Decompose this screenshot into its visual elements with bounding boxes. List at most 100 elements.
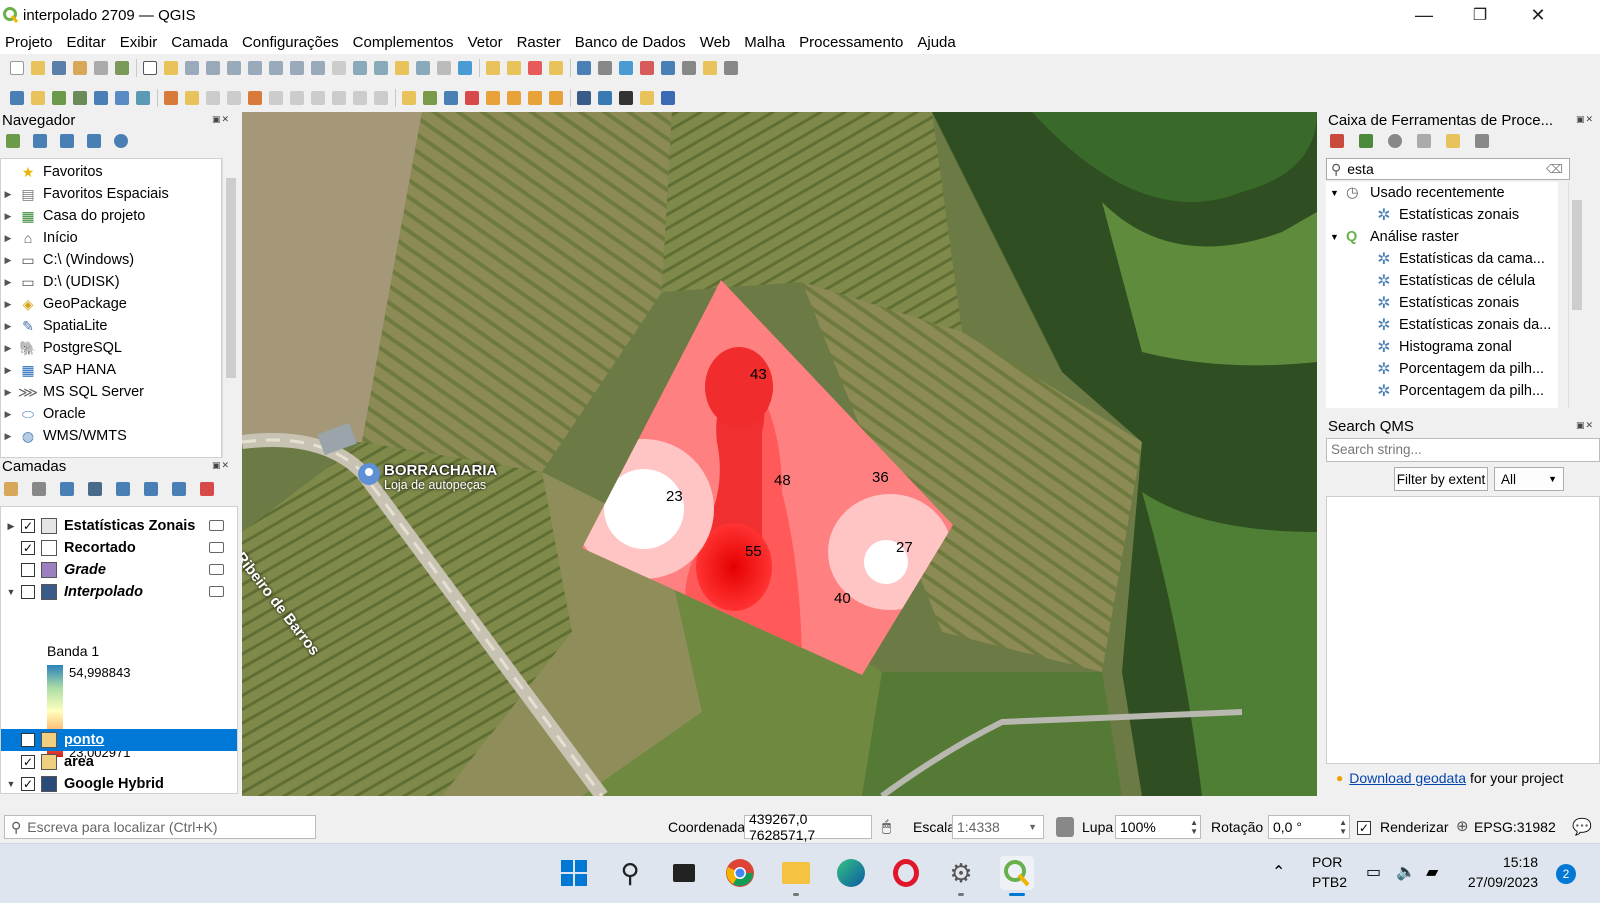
browser-item[interactable]: ▶ ⬭ Oracle <box>1 403 86 425</box>
processing-algorithm[interactable]: ✲ Histograma zonal <box>1376 336 1512 358</box>
layer-indicator-icon[interactable] <box>209 586 224 597</box>
layer-visibility-checkbox[interactable] <box>21 585 35 599</box>
zoom-next-icon[interactable] <box>332 61 346 75</box>
chevron-up-icon[interactable]: ⌃ <box>1272 862 1285 882</box>
globe-icon[interactable] <box>619 91 633 105</box>
move-label-icon[interactable] <box>486 91 500 105</box>
map-tips-icon[interactable] <box>724 61 738 75</box>
zoom-in-icon[interactable] <box>185 61 199 75</box>
layer-row[interactable]: ✓ Recortado <box>1 537 237 559</box>
save-edits-icon[interactable] <box>206 91 220 105</box>
layer-styling-icon[interactable] <box>4 482 18 496</box>
layer-row[interactable]: ▼ ✓ Google Hybrid <box>1 773 237 795</box>
dock-controls[interactable]: ▣✕ <box>212 460 230 471</box>
deselect-icon[interactable] <box>528 61 542 75</box>
pin-labels-icon[interactable] <box>423 91 437 105</box>
print-layout-icon[interactable] <box>94 61 108 75</box>
task-view-icon[interactable] <box>667 856 701 890</box>
mouse-coordinate-toggle-icon[interactable]: 🖱 <box>882 818 891 835</box>
open-project-icon[interactable] <box>31 61 45 75</box>
add-wms-icon[interactable] <box>115 91 129 105</box>
zoom-native-icon[interactable] <box>290 61 304 75</box>
measure-icon[interactable] <box>682 61 696 75</box>
manage-themes-icon[interactable] <box>60 482 74 496</box>
chrome-icon[interactable] <box>723 856 757 890</box>
language-indicator[interactable]: POR <box>1312 854 1342 870</box>
zoom-selection-icon[interactable] <box>248 61 262 75</box>
add-group-icon[interactable] <box>32 482 46 496</box>
restore-button[interactable]: ❐ <box>1452 0 1508 30</box>
layer-visibility-checkbox[interactable]: ✓ <box>21 519 35 533</box>
layer-visibility-checkbox[interactable]: ✓ <box>21 733 35 747</box>
download-geodata-link[interactable]: Download geodata <box>1349 770 1466 786</box>
browser-item[interactable]: ▶ ⋙ MS SQL Server <box>1 381 144 403</box>
expand-arrow-icon[interactable]: ▶ <box>1 233 15 244</box>
zoom-last-icon[interactable] <box>311 61 325 75</box>
new-project-icon[interactable] <box>10 61 24 75</box>
edit-features-in-place-icon[interactable] <box>1446 134 1460 148</box>
refresh-icon[interactable] <box>33 134 47 148</box>
redo-icon[interactable] <box>374 91 388 105</box>
pan-icon[interactable] <box>143 61 157 75</box>
filter-by-extent-button[interactable]: Filter by extent <box>1394 467 1488 491</box>
label-tool-icon[interactable] <box>402 91 416 105</box>
add-raster-icon[interactable] <box>73 91 87 105</box>
expand-arrow-icon[interactable]: ▶ <box>1 431 15 442</box>
search-icon[interactable]: ⚲ <box>613 856 647 890</box>
expand-arrow-icon[interactable]: ▶ <box>1 321 15 332</box>
keyboard-layout[interactable]: PTB2 <box>1312 874 1347 890</box>
layer-indicator-icon[interactable] <box>209 520 224 531</box>
open-table-icon[interactable] <box>661 61 675 75</box>
digitize-icon[interactable] <box>164 91 178 105</box>
results-viewer-icon[interactable] <box>1417 134 1431 148</box>
expand-arrow-icon[interactable]: ▶ <box>1 409 15 420</box>
toggle-editing-icon[interactable] <box>185 91 199 105</box>
minimize-button[interactable]: — <box>1396 0 1452 30</box>
messages-icon[interactable]: 💬 <box>1572 817 1592 837</box>
identify-icon[interactable] <box>577 61 591 75</box>
new-map-view-icon[interactable] <box>353 61 367 75</box>
expand-arrow-icon[interactable]: ▶ <box>1 299 15 310</box>
crs-globe-icon[interactable]: ⊕ <box>1456 817 1469 835</box>
lock-scale-icon[interactable] <box>1056 817 1074 837</box>
scripts-icon[interactable] <box>1359 134 1373 148</box>
layer-row[interactable]: ✓ ponto <box>1 729 237 751</box>
select-location-icon[interactable] <box>549 61 563 75</box>
render-checkbox[interactable]: ✓ <box>1357 821 1371 835</box>
close-button[interactable]: ✕ <box>1510 0 1566 30</box>
browser-item[interactable]: ★ Favoritos <box>1 161 103 183</box>
change-label-icon[interactable] <box>528 91 542 105</box>
zoom-layer-icon[interactable] <box>269 61 283 75</box>
select-features-icon[interactable] <box>486 61 500 75</box>
save-project-icon[interactable] <box>52 61 66 75</box>
attribute-table-icon[interactable] <box>598 61 612 75</box>
add-vector-icon[interactable] <box>52 91 66 105</box>
help-icon[interactable] <box>661 91 675 105</box>
processing-algorithm[interactable]: ✲ Estatísticas zonais <box>1376 204 1519 226</box>
menu-raster[interactable]: Raster <box>517 34 561 51</box>
network-icon[interactable]: ▭ <box>1366 862 1381 882</box>
browser-item[interactable]: ▶ ▦ Casa do projeto <box>1 205 146 227</box>
layer-visibility-checkbox[interactable]: ✓ <box>21 755 35 769</box>
info-icon[interactable] <box>114 134 128 148</box>
filter-icon[interactable] <box>60 134 74 148</box>
expand-arrow-icon[interactable]: ▼ <box>1 779 21 789</box>
qgis-taskbar-icon[interactable] <box>1000 856 1034 896</box>
menu-projeto[interactable]: Projeto <box>5 34 53 51</box>
settings-icon[interactable]: ⚙ <box>944 856 978 896</box>
layer-row[interactable]: ▼ Interpolado <box>1 581 237 603</box>
menu-vetor[interactable]: Vetor <box>468 34 503 51</box>
collapse-all-icon[interactable] <box>87 134 101 148</box>
zoom-out-icon[interactable] <box>206 61 220 75</box>
expand-arrow-icon[interactable]: ▶ <box>1 211 15 222</box>
select-by-value-icon[interactable] <box>507 61 521 75</box>
menu-banco-de-dados[interactable]: Banco de Dados <box>575 34 686 51</box>
options-icon[interactable] <box>1475 134 1489 148</box>
expand-arrow-icon[interactable]: ▼ <box>1 587 21 597</box>
layer-row[interactable]: ✓ area <box>1 751 237 773</box>
undo-icon[interactable] <box>353 91 367 105</box>
layer-visibility-checkbox[interactable] <box>21 563 35 577</box>
annotation-icon[interactable] <box>703 61 717 75</box>
save-as-icon[interactable] <box>73 61 87 75</box>
expand-arrow-icon[interactable]: ▶ <box>1 255 15 266</box>
